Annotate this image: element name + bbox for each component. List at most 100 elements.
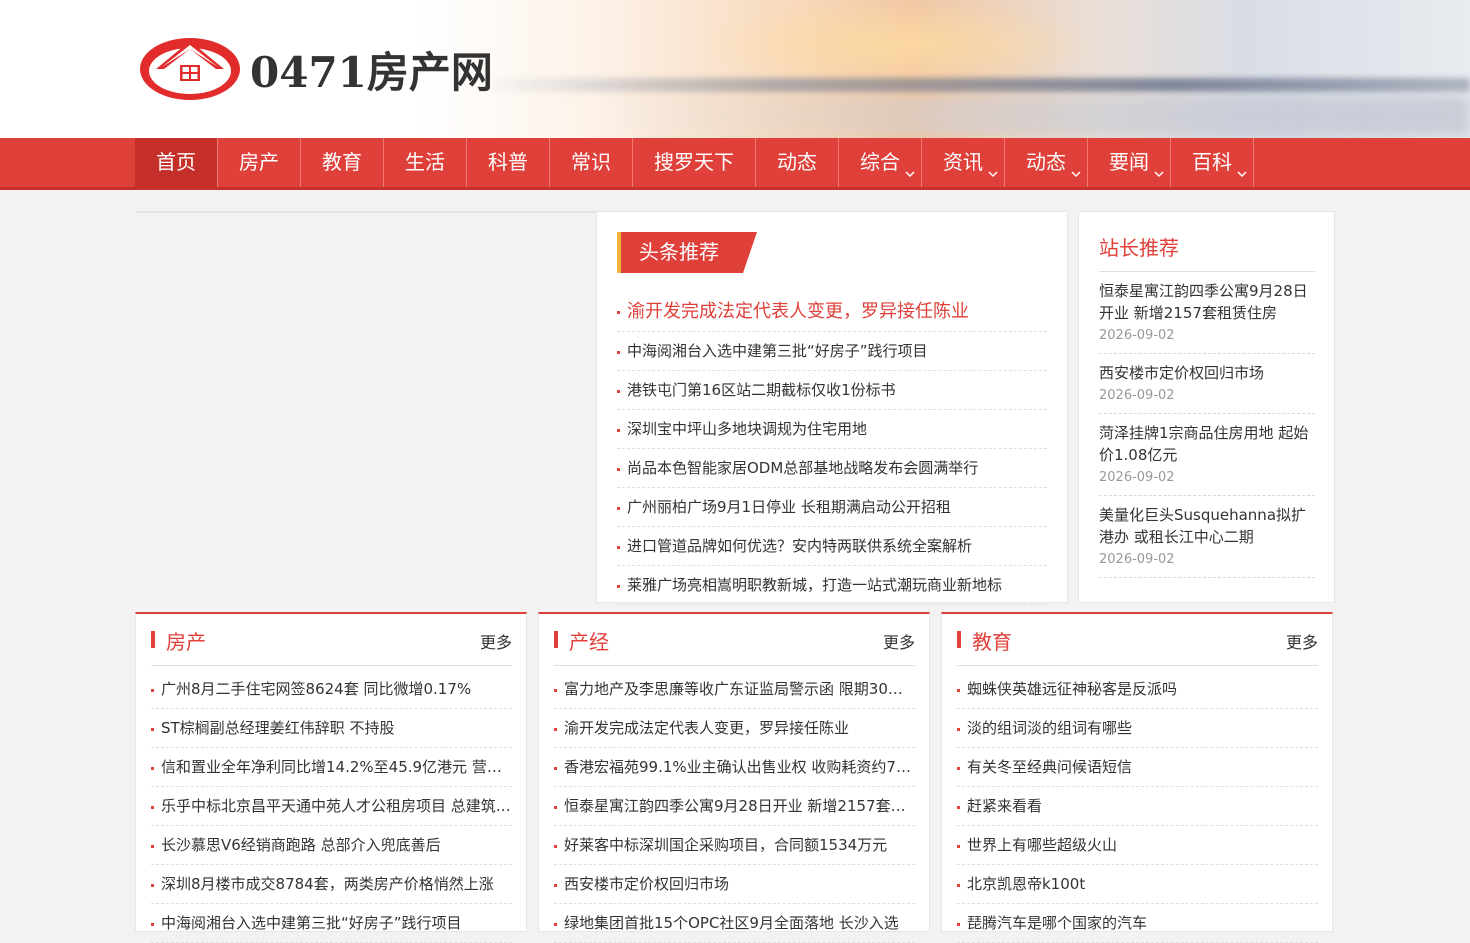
nav-item-world[interactable]: 搜罗天下 bbox=[633, 138, 756, 187]
recommend-item[interactable]: 恒泰星寓江韵四季公寓9月28日开业 新增2157套租赁住房 2026-09-02 bbox=[1099, 282, 1315, 354]
headline-panel: 头条推荐 渝开发完成法定代表人变更，罗异接任陈业 中海阅湘台入选中建第三批“好房… bbox=[596, 211, 1068, 605]
list-item[interactable]: 中海阅湘台入选中建第三批“好房子”践行项目 bbox=[151, 904, 512, 943]
list-item[interactable]: 世界上有哪些超级火山 bbox=[957, 826, 1318, 865]
nav-label: 搜罗天下 bbox=[654, 150, 734, 174]
recommend-item[interactable]: 西安楼市定价权回归市场 2026-09-02 bbox=[1099, 354, 1315, 414]
recommend-scroll: 恒泰星寓江韵四季公寓9月28日开业 新增2157套租赁住房 2026-09-02… bbox=[1099, 282, 1315, 592]
chevron-down-icon bbox=[1071, 171, 1081, 178]
nav-item-encyclopedia[interactable]: 百科 bbox=[1171, 138, 1254, 187]
recommend-item-date: 2026-09-02 bbox=[1099, 388, 1175, 403]
list-item[interactable]: 北京凯恩帝k100t bbox=[957, 865, 1318, 904]
recommend-item-title: 美量化巨头Susquehanna拟扩港办 或租长江中心二期 bbox=[1099, 506, 1307, 546]
headline-title: 头条推荐 bbox=[617, 232, 757, 273]
recommend-item-date: 2026-09-02 bbox=[1099, 328, 1175, 343]
recommend-item[interactable]: 菏泽挂牌1宗商品住房用地 起始价1.08亿元 2026-09-02 bbox=[1099, 414, 1315, 496]
site-logo-text: 0471房产网 bbox=[250, 47, 493, 97]
section-more-link[interactable]: 更多 bbox=[480, 629, 512, 653]
list-item[interactable]: 广州8月二手住宅网签8624套 同比微增0.17% bbox=[151, 670, 512, 709]
section-realestate: 房产 更多 广州8月二手住宅网签8624套 同比微增0.17% ST棕榈副总经理… bbox=[135, 612, 527, 943]
nav-item-news[interactable]: 动态 bbox=[756, 138, 839, 187]
list-item[interactable]: ST棕榈副总经理姜红伟辞职 不持股 bbox=[151, 709, 512, 748]
list-item[interactable]: 恒泰星寓江韵四季公寓9月28日开业 新增2157套租赁住房 bbox=[554, 787, 915, 826]
nav-label: 动态 bbox=[1026, 150, 1066, 174]
section-marker bbox=[957, 631, 961, 648]
recommend-item-date: 2026-09-02 bbox=[1099, 552, 1175, 567]
chevron-down-icon bbox=[1154, 171, 1164, 178]
recommend-item-date: 2026-09-02 bbox=[1099, 470, 1175, 485]
list-item[interactable]: 富力地产及李思廉等收广东证监局警示函 限期30日内整改 bbox=[554, 670, 915, 709]
list-item[interactable]: 淡的组词淡的组词有哪些 bbox=[957, 709, 1318, 748]
recommend-title: 站长推荐 bbox=[1099, 232, 1315, 272]
list-item[interactable]: 赶紧来看看 bbox=[957, 787, 1318, 826]
header-banner-glow bbox=[700, 0, 1100, 90]
list-item[interactable]: 渝开发完成法定代表人变更，罗异接任陈业 bbox=[554, 709, 915, 748]
headline-list: 渝开发完成法定代表人变更，罗异接任陈业 中海阅湘台入选中建第三批“好房子”践行项… bbox=[617, 292, 1047, 605]
nav-label: 生活 bbox=[405, 150, 445, 174]
image-slider[interactable] bbox=[135, 211, 596, 603]
list-item[interactable]: 西安楼市定价权回归市场 bbox=[554, 865, 915, 904]
headline-item[interactable]: 深圳宝中坪山多地块调规为住宅用地 bbox=[617, 410, 1047, 449]
list-item[interactable]: 信和置业全年净利同比增14.2%至45.9亿港元 营收同比增 bbox=[151, 748, 512, 787]
list-item[interactable]: 琵腾汽车是哪个国家的汽车 bbox=[957, 904, 1318, 943]
nav-item-headlines[interactable]: 要闻 bbox=[1088, 138, 1171, 187]
nav-item-general[interactable]: 综合 bbox=[839, 138, 922, 187]
nav-item-info[interactable]: 资讯 bbox=[922, 138, 1005, 187]
headline-item[interactable]: 中海阅湘台入选中建第三批“好房子”践行项目 bbox=[617, 332, 1047, 371]
nav-label: 常识 bbox=[571, 150, 611, 174]
main-nav: 首页 房产 教育 生活 科普 常识 搜罗天下 动态 综合 资讯 动态 要闻 百科 bbox=[135, 138, 1254, 187]
nav-item-life[interactable]: 生活 bbox=[384, 138, 467, 187]
section-more-link[interactable]: 更多 bbox=[883, 629, 915, 653]
nav-item-home[interactable]: 首页 bbox=[135, 138, 218, 187]
list-item[interactable]: 蜘蛛侠英雄远征神秘客是反派吗 bbox=[957, 670, 1318, 709]
recommend-item-title: 恒泰星寓江韵四季公寓9月28日开业 新增2157套租赁住房 bbox=[1099, 282, 1308, 322]
section-education: 教育 更多 蜘蛛侠英雄远征神秘客是反派吗 淡的组词淡的组词有哪些 有关冬至经典问… bbox=[941, 612, 1333, 943]
list-item[interactable]: 绿地集团首批15个OPC社区9月全面落地 长沙入选 bbox=[554, 904, 915, 943]
list-item[interactable]: 深圳8月楼市成交8784套，两类房产价格悄然上涨 bbox=[151, 865, 512, 904]
section-list: 蜘蛛侠英雄远征神秘客是反派吗 淡的组词淡的组词有哪些 有关冬至经典问候语短信 赶… bbox=[957, 670, 1318, 943]
nav-item-realestate[interactable]: 房产 bbox=[218, 138, 301, 187]
nav-label: 房产 bbox=[239, 150, 279, 174]
nav-label: 教育 bbox=[322, 150, 362, 174]
section-title[interactable]: 教育 bbox=[972, 626, 1012, 655]
list-item[interactable]: 香港宏福苑99.1%业主确认出售业权 收购耗资约78亿港元 bbox=[554, 748, 915, 787]
headline-item[interactable]: 港铁屯门第16区站二期截标仅收1份标书 bbox=[617, 371, 1047, 410]
nav-label: 动态 bbox=[777, 150, 817, 174]
site-header: 0471房产网 bbox=[0, 0, 1470, 138]
headline-item[interactable]: 进口管道品牌如何优选？安内特两联供系统全案解析 bbox=[617, 527, 1047, 566]
headline-item[interactable]: 广州丽柏广场9月1日停业 长租期满启动公开招租 bbox=[617, 488, 1047, 527]
headline-item[interactable]: 渝开发完成法定代表人变更，罗异接任陈业 bbox=[617, 292, 1047, 332]
nav-item-dynamics[interactable]: 动态 bbox=[1005, 138, 1088, 187]
site-logo[interactable]: 0471房产网 bbox=[138, 35, 493, 103]
section-list: 富力地产及李思廉等收广东证监局警示函 限期30日内整改 渝开发完成法定代表人变更… bbox=[554, 670, 915, 943]
headline-item[interactable]: 尚品本色智能家居ODM总部基地战略发布会圆满举行 bbox=[617, 449, 1047, 488]
list-item[interactable]: 好莱客中标深圳国企采购项目，合同额1534万元 bbox=[554, 826, 915, 865]
list-item[interactable]: 有关冬至经典问候语短信 bbox=[957, 748, 1318, 787]
nav-label: 综合 bbox=[860, 150, 900, 174]
section-list: 广州8月二手住宅网签8624套 同比微增0.17% ST棕榈副总经理姜红伟辞职 … bbox=[151, 670, 512, 943]
house-logo-icon bbox=[140, 38, 240, 100]
section-more-link[interactable]: 更多 bbox=[1286, 629, 1318, 653]
section-header: 房产 更多 bbox=[151, 614, 512, 666]
chevron-down-icon bbox=[988, 171, 998, 178]
chevron-down-icon bbox=[905, 171, 915, 178]
nav-item-knowledge[interactable]: 常识 bbox=[550, 138, 633, 187]
section-marker bbox=[151, 631, 155, 648]
nav-label: 首页 bbox=[156, 150, 196, 174]
section-header: 教育 更多 bbox=[957, 614, 1318, 666]
list-item[interactable]: 长沙慕思V6经销商跑路 总部介入兜底善后 bbox=[151, 826, 512, 865]
section-industry: 产经 更多 富力地产及李思廉等收广东证监局警示函 限期30日内整改 渝开发完成法… bbox=[538, 612, 930, 943]
section-title[interactable]: 房产 bbox=[166, 626, 206, 655]
chevron-down-icon bbox=[1237, 171, 1247, 178]
nav-label: 资讯 bbox=[943, 150, 983, 174]
recommend-item-title: 菏泽挂牌1宗商品住房用地 起始价1.08亿元 bbox=[1099, 424, 1309, 464]
section-header: 产经 更多 bbox=[554, 614, 915, 666]
section-marker bbox=[554, 631, 558, 648]
nav-label: 科普 bbox=[488, 150, 528, 174]
nav-item-science[interactable]: 科普 bbox=[467, 138, 550, 187]
recommend-panel: 站长推荐 恒泰星寓江韵四季公寓9月28日开业 新增2157套租赁住房 2026-… bbox=[1078, 211, 1335, 603]
section-title[interactable]: 产经 bbox=[569, 626, 609, 655]
recommend-item[interactable]: 美量化巨头Susquehanna拟扩港办 或租长江中心二期 2026-09-02 bbox=[1099, 496, 1315, 578]
list-item[interactable]: 乐乎中标北京昌平天通中苑人才公租房项目 总建筑面积 bbox=[151, 787, 512, 826]
headline-item[interactable]: 莱雅广场亮相嵩明职教新城，打造一站式潮玩商业新地标 bbox=[617, 566, 1047, 605]
nav-item-education[interactable]: 教育 bbox=[301, 138, 384, 187]
